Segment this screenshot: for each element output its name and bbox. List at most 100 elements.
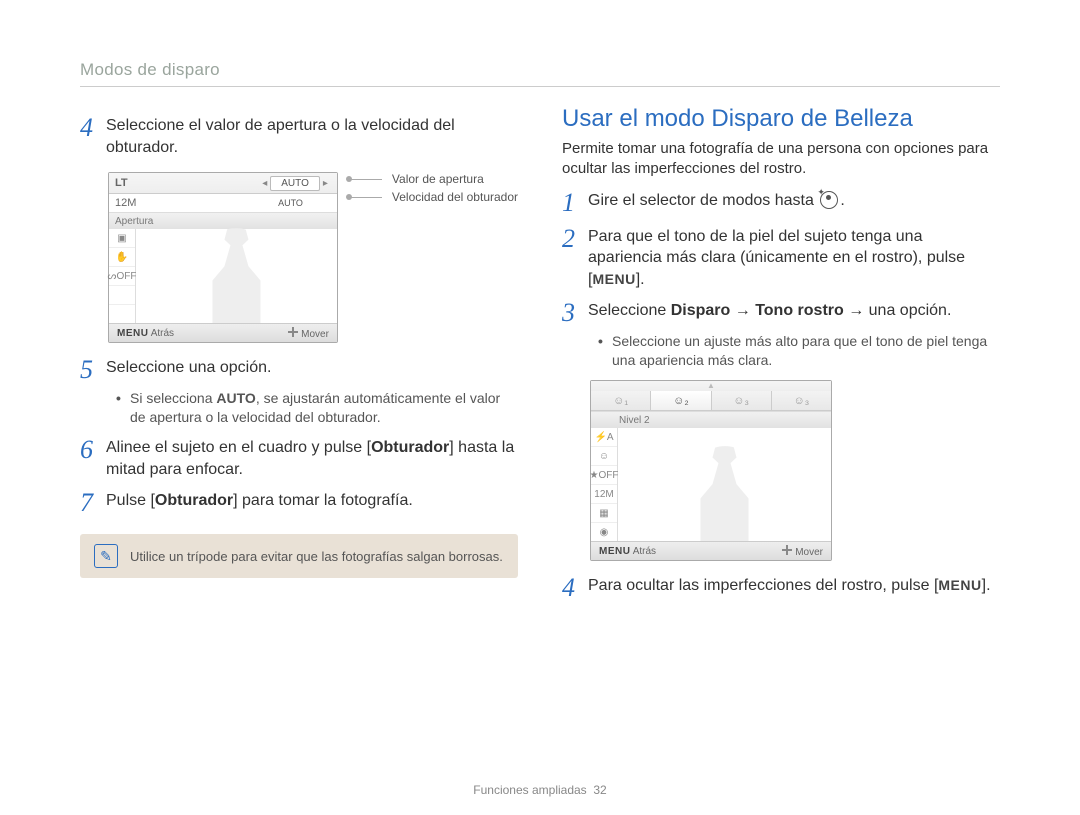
dpad-icon [288, 327, 298, 337]
step-number: 6 [80, 437, 106, 463]
lcd-label-band: Apertura [109, 212, 337, 229]
lcd-auto-pill-row: ◂AUTO▸ [259, 176, 331, 191]
step-3: 3 Seleccione Disparo → Tono rostro → una… [562, 300, 1000, 326]
step-4: 4 Seleccione el valor de apertura o la v… [80, 115, 518, 158]
note-box: ✎ Utilice un trípode para evitar que las… [80, 534, 518, 578]
band-label: Apertura [115, 216, 153, 227]
note-icon: ✎ [94, 544, 118, 568]
tab-face-1: ☺₁ [591, 391, 651, 411]
side-quality-icon: ▦ [591, 504, 617, 523]
lcd-callouts: Valor de apertura Velocidad del obturado… [346, 170, 518, 206]
lcd-beauty: ▲ ☺₁ ☺₂ ☺₃ ☺₃ Nivel 2 ⚡A ☺ ★OFF 12M ▦ ◉ [590, 380, 832, 561]
step-number: 7 [80, 490, 106, 516]
side-focus-icon: ◉ [591, 523, 617, 541]
right-arrow-icon: ▸ [320, 178, 331, 189]
shutter-word: Obturador [371, 439, 449, 456]
side-off-icon: ᔕOFF [109, 267, 135, 286]
section-title: Usar el modo Disparo de Belleza [562, 105, 1000, 133]
move-label: Mover [301, 329, 329, 340]
step-number: 2 [562, 226, 588, 252]
side-12m-icon: 12M [591, 485, 617, 504]
step-text: Seleccione una opción. [106, 357, 518, 379]
tab-face-3: ☺₃ [712, 391, 772, 411]
lcd-viewport [618, 428, 831, 541]
dpad-icon [782, 545, 792, 555]
person-silhouette-icon [206, 228, 266, 323]
step-text: Gire el selector de modos hasta . [588, 190, 1000, 212]
side-star-off-icon: ★OFF [591, 466, 617, 485]
side-hand-icon: ✋ [109, 248, 135, 267]
step-number: 4 [80, 115, 106, 141]
lcd-aperture: LT ◂AUTO▸ 12M AUTO Apertura ▣ ✋ ᔕOFF [108, 172, 338, 343]
step-number: 4 [562, 575, 588, 601]
step-2: 2 Para que el tono de la piel del sujeto… [562, 226, 1000, 291]
auto-pill-1: AUTO [270, 176, 320, 191]
lcd-aperture-wrap: LT ◂AUTO▸ 12M AUTO Apertura ▣ ✋ ᔕOFF [80, 164, 518, 347]
lcd-top-left: LT [115, 177, 128, 189]
side-empty [109, 286, 135, 305]
lcd-bottombar: MENU Atrás Mover [591, 541, 831, 560]
move-label: Mover [795, 547, 823, 558]
auto-text-2: AUTO [278, 198, 303, 208]
step-number: 1 [562, 190, 588, 216]
step-1: 1 Gire el selector de modos hasta . [562, 190, 1000, 216]
step-text: Para que el tono de la piel del sujeto t… [588, 226, 1000, 291]
callout-aperture: Valor de apertura [346, 170, 518, 188]
menu-icon: MENU [599, 546, 630, 557]
lcd-bot-left: MENU Atrás [599, 546, 656, 557]
step-text: Para ocultar las imperfecciones del rost… [588, 575, 1000, 597]
side-focus-icon: ▣ [109, 229, 135, 248]
divider [80, 86, 1000, 87]
note-text: Utilice un trípode para evitar que las f… [130, 549, 503, 564]
left-arrow-icon: ◂ [259, 178, 270, 189]
lcd-bot-right: Mover [288, 327, 329, 340]
lcd-sidebar: ⚡A ☺ ★OFF 12M ▦ ◉ [591, 428, 618, 541]
lcd-bot-right: Mover [782, 545, 823, 558]
lcd-body: ▣ ✋ ᔕOFF [109, 229, 337, 323]
step-text: Pulse [Obturador] para tomar la fotograf… [106, 490, 518, 512]
lcd-body: ⚡A ☺ ★OFF 12M ▦ ◉ [591, 428, 831, 541]
band-label: Nivel 2 [619, 415, 650, 426]
bullet-item: Seleccione un ajuste más alto para que e… [598, 332, 1000, 370]
step-3-bullets: Seleccione un ajuste más alto para que e… [598, 332, 1000, 370]
page-footer: Funciones ampliadas 32 [0, 783, 1080, 797]
step-7: 7 Pulse [Obturador] para tomar la fotogr… [80, 490, 518, 516]
breadcrumb: Modos de disparo [80, 60, 1000, 80]
side-flash-icon: ⚡A [591, 428, 617, 447]
step-5: 5 Seleccione una opción. [80, 357, 518, 383]
shutter-word: Obturador [155, 492, 233, 509]
lcd-sidebar: ▣ ✋ ᔕOFF [109, 229, 136, 323]
step-number: 5 [80, 357, 106, 383]
left-column: 4 Seleccione el valor de apertura o la v… [80, 105, 518, 607]
side-face-icon: ☺ [591, 447, 617, 466]
side-icon-12m: 12M [115, 197, 136, 209]
auto-bold: AUTO [216, 390, 255, 406]
side-empty [109, 305, 135, 323]
section-subtitle: Permite tomar una fotografía de una pers… [562, 139, 1000, 180]
menu-word: MENU [938, 577, 981, 593]
lcd-scroll-up-icon: ▲ [591, 381, 831, 391]
callout-shutter: Velocidad del obturador [346, 188, 518, 206]
lcd-label-band: Nivel 2 [591, 411, 831, 428]
two-column-layout: 4 Seleccione el valor de apertura o la v… [80, 105, 1000, 607]
beauty-mode-icon [820, 191, 838, 209]
menu-word: MENU [592, 271, 635, 287]
lcd-tabs: ☺₁ ☺₂ ☺₃ ☺₃ [591, 391, 831, 411]
back-label: Atrás [151, 328, 174, 339]
tab-face-2: ☺₂ [651, 391, 711, 411]
lcd-viewport [136, 229, 337, 323]
step-6: 6 Alinee el sujeto en el cuadro y pulse … [80, 437, 518, 480]
step-text: Alinee el sujeto en el cuadro y pulse [O… [106, 437, 518, 480]
step-number: 3 [562, 300, 588, 326]
right-column: Usar el modo Disparo de Belleza Permite … [562, 105, 1000, 607]
tab-face-4: ☺₃ [772, 391, 831, 411]
footer-page: 32 [593, 783, 606, 797]
bullet-item: Si selecciona AUTO, se ajustarán automát… [116, 389, 518, 427]
manual-page: Modos de disparo 4 Seleccione el valor d… [0, 0, 1080, 815]
menu-icon: MENU [117, 328, 148, 339]
step-text: Seleccione el valor de apertura o la vel… [106, 115, 518, 158]
lcd-row-2: 12M AUTO [109, 194, 337, 212]
back-label: Atrás [633, 546, 656, 557]
step-4-right: 4 Para ocultar las imperfecciones del ro… [562, 575, 1000, 601]
footer-section: Funciones ampliadas [473, 783, 586, 797]
